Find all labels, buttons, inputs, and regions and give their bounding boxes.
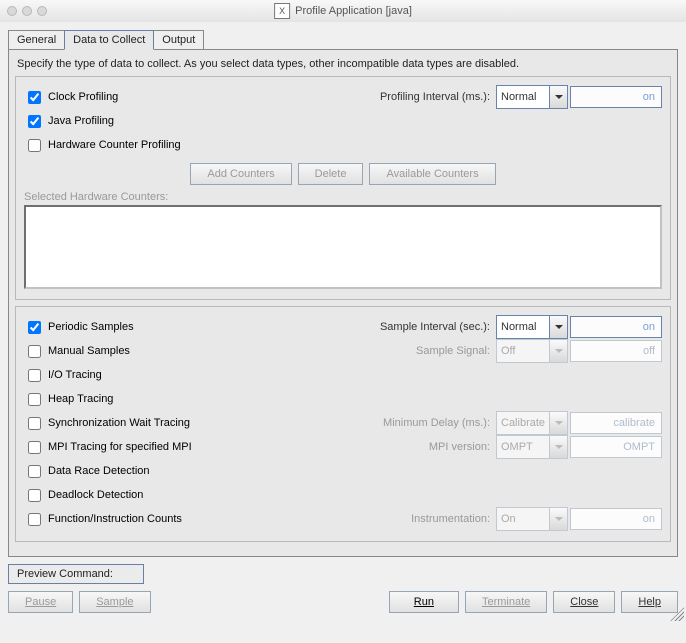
sample-interval-label: Sample Interval (sec.): [380, 321, 494, 333]
sample-signal-value: Off [497, 345, 549, 357]
sample-interval-input[interactable]: on [570, 316, 662, 338]
min-delay-select: Calibrate [496, 411, 568, 435]
mpi-tracing-option[interactable]: MPI Tracing for specified MPI [24, 438, 219, 457]
profiling-interval-label: Profiling Interval (ms.): [380, 91, 494, 103]
panel-content: Specify the type of data to collect. As … [8, 49, 678, 557]
pause-button[interactable]: Pause [8, 591, 73, 613]
sync-wait-tracing-checkbox[interactable] [28, 417, 41, 430]
instrumentation-label: Instrumentation: [411, 513, 494, 525]
selected-hw-counters-label: Selected Hardware Counters: [24, 191, 662, 205]
data-race-label: Data Race Detection [48, 465, 150, 477]
window-title-text: Profile Application [java] [295, 5, 412, 17]
hardware-counter-checkbox[interactable] [28, 139, 41, 152]
min-delay-value: Calibrate [497, 417, 549, 429]
manual-samples-checkbox[interactable] [28, 345, 41, 358]
data-race-option[interactable]: Data Race Detection [24, 462, 219, 481]
title-bar: X Profile Application [java] [0, 0, 686, 22]
terminate-button[interactable]: Terminate [465, 591, 547, 613]
section-profiling: Clock Profiling Profiling Interval (ms.)… [15, 76, 671, 300]
deadlock-label: Deadlock Detection [48, 489, 143, 501]
delete-counter-button[interactable]: Delete [298, 163, 364, 185]
dropdown-icon [549, 508, 567, 530]
heap-tracing-checkbox[interactable] [28, 393, 41, 406]
func-instr-counts-label: Function/Instruction Counts [48, 513, 182, 525]
sample-signal-input: off [570, 340, 662, 362]
java-profiling-option[interactable]: Java Profiling [24, 112, 219, 131]
preview-command-section: Preview Command: [8, 564, 678, 584]
profiling-interval-input[interactable]: on [570, 86, 662, 108]
dropdown-icon [549, 340, 567, 362]
available-counters-button[interactable]: Available Counters [369, 163, 495, 185]
mpi-tracing-checkbox[interactable] [28, 441, 41, 454]
func-instr-counts-checkbox[interactable] [28, 513, 41, 526]
func-instr-counts-option[interactable]: Function/Instruction Counts [24, 510, 219, 529]
hardware-counter-option[interactable]: Hardware Counter Profiling [24, 136, 181, 155]
min-delay-label: Minimum Delay (ms.): [383, 417, 494, 429]
selected-hw-counters-list[interactable] [24, 205, 662, 289]
clock-profiling-checkbox[interactable] [28, 91, 41, 104]
min-delay-input: calibrate [570, 412, 662, 434]
mpi-version-value: OMPT [497, 441, 549, 453]
instrumentation-value: On [497, 513, 549, 525]
java-profiling-checkbox[interactable] [28, 115, 41, 128]
mpi-version-label: MPI version: [429, 441, 494, 453]
clock-profiling-label: Clock Profiling [48, 91, 118, 103]
tab-data-to-collect[interactable]: Data to Collect [64, 30, 154, 50]
clock-profiling-option[interactable]: Clock Profiling [24, 88, 219, 107]
sync-wait-tracing-label: Synchronization Wait Tracing [48, 417, 190, 429]
mpi-version-input: OMPT [570, 436, 662, 458]
instruction-text: Specify the type of data to collect. As … [15, 56, 671, 76]
manual-samples-label: Manual Samples [48, 345, 130, 357]
periodic-samples-checkbox[interactable] [28, 321, 41, 334]
section-samples: Periodic Samples Sample Interval (sec.):… [15, 306, 671, 542]
mpi-version-select: OMPT [496, 435, 568, 459]
window-title: X Profile Application [java] [274, 3, 412, 19]
close-button[interactable]: Close [553, 591, 615, 613]
sample-button[interactable]: Sample [79, 591, 150, 613]
resize-grip[interactable] [670, 607, 684, 621]
sample-signal-label: Sample Signal: [416, 345, 494, 357]
tab-bar: General Data to Collect Output [0, 22, 686, 50]
close-window-button[interactable] [7, 6, 17, 16]
preview-command-tab[interactable]: Preview Command: [8, 564, 144, 584]
heap-tracing-label: Heap Tracing [48, 393, 113, 405]
deadlock-checkbox[interactable] [28, 489, 41, 502]
data-race-checkbox[interactable] [28, 465, 41, 478]
instrumentation-input: on [570, 508, 662, 530]
sample-interval-value: Normal [497, 321, 549, 333]
bottom-button-bar: Pause Sample Run Terminate Close Help [0, 587, 686, 623]
run-button[interactable]: Run [389, 591, 459, 613]
tab-output[interactable]: Output [153, 30, 204, 50]
sync-wait-tracing-option[interactable]: Synchronization Wait Tracing [24, 414, 219, 433]
dropdown-icon[interactable] [549, 86, 567, 108]
tab-general[interactable]: General [8, 30, 65, 50]
sample-interval-select[interactable]: Normal [496, 315, 568, 339]
profiling-interval-select[interactable]: Normal [496, 85, 568, 109]
io-tracing-option[interactable]: I/O Tracing [24, 366, 219, 385]
periodic-samples-label: Periodic Samples [48, 321, 134, 333]
add-counters-button[interactable]: Add Counters [190, 163, 291, 185]
app-icon: X [274, 3, 290, 19]
sample-signal-select: Off [496, 339, 568, 363]
mpi-tracing-label: MPI Tracing for specified MPI [48, 441, 192, 453]
dropdown-icon[interactable] [549, 316, 567, 338]
manual-samples-option[interactable]: Manual Samples [24, 342, 219, 361]
hardware-counter-label: Hardware Counter Profiling [48, 139, 181, 151]
io-tracing-checkbox[interactable] [28, 369, 41, 382]
minimize-window-button[interactable] [22, 6, 32, 16]
instrumentation-select: On [496, 507, 568, 531]
profiling-interval-value: Normal [497, 91, 549, 103]
heap-tracing-option[interactable]: Heap Tracing [24, 390, 219, 409]
periodic-samples-option[interactable]: Periodic Samples [24, 318, 219, 337]
io-tracing-label: I/O Tracing [48, 369, 102, 381]
dropdown-icon [549, 436, 567, 458]
java-profiling-label: Java Profiling [48, 115, 114, 127]
zoom-window-button[interactable] [37, 6, 47, 16]
deadlock-option[interactable]: Deadlock Detection [24, 486, 219, 505]
window-controls [7, 6, 47, 16]
dropdown-icon [549, 412, 567, 434]
